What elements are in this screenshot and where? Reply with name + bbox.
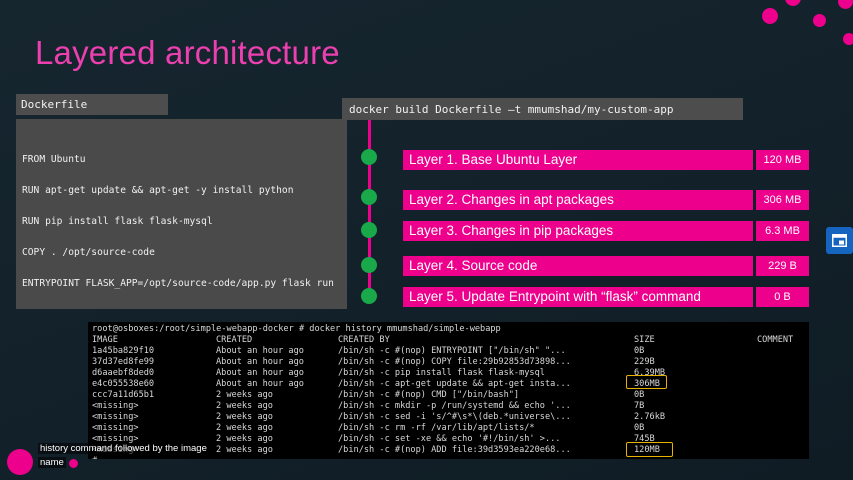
- history-cell: /bin/sh -c #(nop) ENTRYPOINT ["/bin/sh" …: [338, 346, 566, 356]
- history-cell: About an hour ago: [216, 357, 304, 367]
- history-cell: 2 weeks ago: [216, 401, 273, 411]
- layer-node: [361, 189, 377, 205]
- caption-line: name: [38, 457, 66, 468]
- history-row: 37d37ed8fe99 About an hour ago/bin/sh -c …: [92, 357, 805, 368]
- history-cell: <missing>: [92, 412, 139, 422]
- history-header: IMAGE: [92, 335, 118, 345]
- history-cell: 0B: [634, 390, 645, 400]
- history-cell: /bin/sh -c sed -i 's/^#\s*\(deb.*univers…: [338, 412, 571, 422]
- history-cell: <missing>: [92, 423, 139, 433]
- dockerfile-content: FROM Ubuntu RUN apt-get update && apt-ge…: [16, 119, 347, 309]
- layer-label: Layer 2. Changes in apt packages: [403, 190, 753, 210]
- history-row: 1a45ba829f10 About an hour ago/bin/sh -c …: [92, 346, 805, 357]
- history-cell: 2 weeks ago: [216, 445, 273, 455]
- size-highlight-120mb: [626, 442, 673, 457]
- history-row: <missing> 2 weeks ago/bin/sh -c mkdir -p …: [92, 401, 805, 412]
- history-cell: /bin/sh -c pip install flask flask-mysql: [338, 368, 545, 378]
- history-cell: 2 weeks ago: [216, 412, 273, 422]
- history-cell: 1a45ba829f10: [92, 346, 155, 356]
- history-cell: About an hour ago: [216, 346, 304, 356]
- terminal-prompt: root@osboxes:/root/simple-webapp-docker …: [92, 324, 501, 334]
- window-share-icon: [832, 234, 847, 247]
- history-header: COMMENT: [757, 335, 794, 345]
- slide-title: Layered architecture: [35, 34, 340, 71]
- history-cell: /bin/sh -c mkdir -p /run/systemd && echo…: [338, 401, 571, 411]
- history-cell: 2 weeks ago: [216, 423, 273, 433]
- history-row: d6aaebf8ded0 About an hour ago/bin/sh -c …: [92, 368, 805, 379]
- history-cell: About an hour ago: [216, 368, 304, 378]
- history-header-row: IMAGE CREATED CREATED BY SIZE COMMENT: [92, 335, 805, 346]
- history-header: CREATED: [216, 335, 253, 345]
- layer-label: Layer 3. Changes in pip packages: [403, 221, 753, 241]
- decor-dot: [7, 449, 33, 475]
- history-cell: 229B: [634, 357, 655, 367]
- history-cell: d6aaebf8ded0: [92, 368, 155, 378]
- history-row: <missing> 2 weeks ago/bin/sh -c sed -i 's…: [92, 412, 805, 423]
- decor-dot: [813, 14, 826, 27]
- layer-label: Layer 5. Update Entrypoint with “flask” …: [403, 287, 753, 307]
- history-header: CREATED BY: [338, 335, 390, 345]
- terminal-cursor-line: #: [92, 456, 805, 459]
- layer-size: 0 B: [756, 287, 809, 307]
- dockerfile-line: RUN pip install flask flask-mysql: [22, 216, 213, 227]
- layer-timeline: [368, 120, 371, 303]
- terminal-window: root@osboxes:/root/simple-webapp-docker …: [88, 322, 809, 459]
- decor-dot: [69, 459, 78, 468]
- layer-size: 229 B: [756, 256, 809, 276]
- history-row: e4c055538e60 About an hour ago/bin/sh -c …: [92, 379, 805, 390]
- dockerfile-line: ENTRYPOINT FLASK_APP=/opt/source-code/ap…: [22, 278, 334, 289]
- build-command: docker build Dockerfile –t mmumshad/my-c…: [342, 98, 743, 120]
- dockerfile-label: Dockerfile: [16, 94, 168, 115]
- history-cell: /bin/sh -c #(nop) ADD file:39d3593ea220e…: [338, 445, 571, 455]
- history-cell: 0B: [634, 423, 645, 433]
- history-header: SIZE: [634, 335, 655, 345]
- decor-dot: [785, 0, 801, 6]
- history-rows: 1a45ba829f10 About an hour ago/bin/sh -c …: [92, 346, 805, 456]
- history-cell: /bin/sh -c apt-get update && apt-get ins…: [338, 379, 571, 389]
- side-share-button[interactable]: [826, 227, 853, 254]
- layer-size: 306 MB: [756, 190, 809, 210]
- history-cell: ccc7a11d65b1: [92, 390, 155, 400]
- history-cell: 2 weeks ago: [216, 390, 273, 400]
- decor-dot: [762, 8, 778, 24]
- layer-size: 6.3 MB: [756, 221, 809, 241]
- layer-node: [361, 149, 377, 165]
- layer-node: [361, 222, 377, 238]
- dockerfile-line: COPY . /opt/source-code: [22, 247, 155, 258]
- caption-line: history command followed by the image: [38, 443, 209, 454]
- dockerfile-line: FROM Ubuntu: [22, 154, 86, 165]
- layer-size: 120 MB: [756, 150, 809, 170]
- history-cell: /bin/sh -c #(nop) COPY file:29b92853d738…: [338, 357, 571, 367]
- layer-node: [361, 257, 377, 273]
- size-highlight-306mb: [626, 375, 667, 389]
- history-cell: 0B: [634, 346, 645, 356]
- dockerfile-line: RUN apt-get update && apt-get -y install…: [22, 185, 294, 196]
- terminal-cursor[interactable]: #: [92, 456, 97, 459]
- history-cell: 7B: [634, 401, 645, 411]
- layer-label: Layer 1. Base Ubuntu Layer: [403, 150, 753, 170]
- history-cell: 2 weeks ago: [216, 434, 273, 444]
- history-row: <missing> 2 weeks ago/bin/sh -c rm -rf /v…: [92, 423, 805, 434]
- history-cell: e4c055538e60: [92, 379, 155, 389]
- history-cell: 2.76kB: [634, 412, 666, 422]
- layer-label: Layer 4. Source code: [403, 256, 753, 276]
- history-cell: <missing>: [92, 401, 139, 411]
- history-cell: /bin/sh -c rm -rf /var/lib/apt/lists/*: [338, 423, 535, 433]
- decor-dot: [838, 0, 853, 9]
- history-row: ccc7a11d65b1 2 weeks ago/bin/sh -c #(nop)…: [92, 390, 805, 401]
- decor-dot: [843, 33, 853, 45]
- layer-node: [361, 288, 377, 304]
- history-cell: /bin/sh -c #(nop) CMD ["/bin/bash"]: [338, 390, 520, 400]
- history-cell: About an hour ago: [216, 379, 304, 389]
- history-cell: /bin/sh -c set -xe && echo '#!/bin/sh' >…: [338, 434, 561, 444]
- history-cell: 37d37ed8fe99: [92, 357, 155, 367]
